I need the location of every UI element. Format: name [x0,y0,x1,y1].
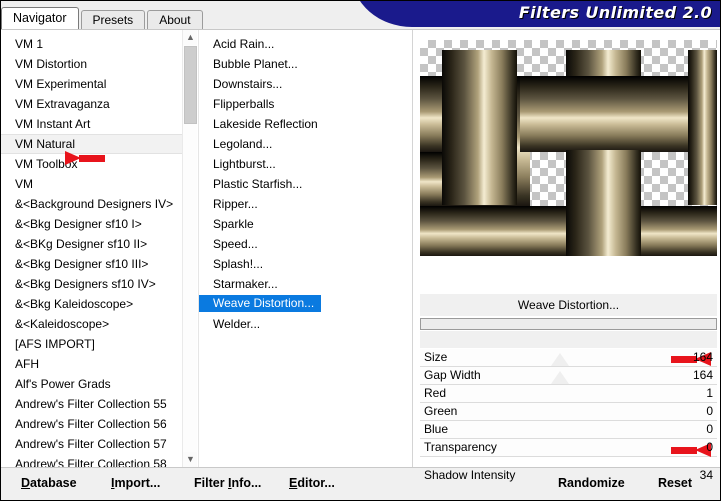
scroll-down-icon[interactable]: ▼ [183,452,197,467]
category-pane: VM 1 VM Distortion VM Experimental VM Ex… [1,30,197,467]
filter-info-button[interactable]: Filter Info... [194,476,261,490]
category-item[interactable]: &<Bkg Kaleidoscope> [1,294,183,314]
category-item[interactable]: &<BKg Designer sf10 II> [1,234,183,254]
filter-item[interactable]: Sparkle [199,214,411,234]
slider-label: Size [424,350,448,364]
panel-spacer [420,331,717,348]
tab-presets[interactable]: Presets [80,10,146,29]
category-item[interactable]: Andrew's Filter Collection 56 [1,414,183,434]
category-item[interactable]: VM Distortion [1,54,183,74]
category-item[interactable]: VM 1 [1,34,183,54]
category-item[interactable]: Alf's Power Grads [1,374,183,394]
category-item[interactable]: VM Experimental [1,74,183,94]
tab-strip: Navigator Presets About [1,7,205,29]
filter-item-selected-row[interactable]: Weave Distortion... [199,294,411,314]
category-item[interactable]: &<Bkg Designers sf10 IV> [1,274,183,294]
app-title: Filters Unlimited 2.0 [518,3,712,22]
slider-row-gap-width[interactable]: Gap Width 164 [420,367,717,385]
main-body: VM 1 VM Distortion VM Experimental VM Ex… [1,30,720,485]
category-item[interactable]: VM [1,174,183,194]
tab-navigator[interactable]: Navigator [1,7,79,29]
slider-value: 164 [692,368,713,382]
category-item[interactable]: [AFS IMPORT] [1,334,183,354]
filter-item[interactable]: Acid Rain... [199,34,411,54]
slider-row-blue[interactable]: Blue 0 [420,421,717,439]
slider-label: Shadow Intensity [424,468,516,482]
category-item[interactable]: Andrew's Filter Collection 55 [1,394,183,414]
slider-group-gap [420,457,717,467]
slider-label: Gap Width [424,368,481,382]
slider-thumb[interactable] [550,371,569,384]
filter-item[interactable]: Welder... [199,314,411,334]
scroll-up-icon[interactable]: ▲ [183,30,197,45]
slider-value: 0 [706,422,713,436]
slider-value: 164 [692,350,713,364]
bottom-toolbar: DDatabaseatabase Import... Filter Info..… [1,467,720,500]
category-item[interactable]: &<Bkg Designer sf10 III> [1,254,183,274]
filter-item[interactable]: Flipperballs [199,94,411,114]
reset-button[interactable]: Reset [658,476,692,490]
category-item[interactable]: &<Kaleidoscope> [1,314,183,334]
preview-image-container[interactable] [420,40,717,256]
slider-value: 1 [706,386,713,400]
slider-row-red[interactable]: Red 1 [420,385,717,403]
parameter-sliders: Size 164 Gap Width 164 Red 1 Green 0 Blu… [420,349,717,485]
category-scroll-thumb[interactable] [184,46,197,124]
slider-label: Red [424,386,447,400]
filter-item[interactable]: Starmaker... [199,274,411,294]
filter-item[interactable]: Speed... [199,234,411,254]
filter-list[interactable]: Acid Rain... Bubble Planet... Downstairs… [199,34,411,334]
database-button[interactable]: DDatabaseatabase [21,476,77,490]
category-item[interactable]: &<Bkg Designer sf10 I> [1,214,183,234]
slider-row-transparency[interactable]: Transparency 0 [420,439,717,457]
slider-label: Transparency [424,440,497,454]
effect-name-header: Weave Distortion... [420,294,717,316]
category-list[interactable]: VM 1 VM Distortion VM Experimental VM Ex… [1,34,183,467]
import-button[interactable]: Import... [111,476,160,490]
filter-item[interactable]: Splash!... [199,254,411,274]
filter-item[interactable]: Ripper... [199,194,411,214]
category-item[interactable]: VM Instant Art [1,114,183,134]
slider-value: 34 [699,468,713,482]
progress-bar [420,318,717,330]
filter-item[interactable]: Plastic Starfish... [199,174,411,194]
tab-about[interactable]: About [147,10,203,29]
category-scrollbar[interactable]: ▲ ▼ [182,30,197,467]
slider-value: 0 [706,404,713,418]
category-item[interactable]: AFH [1,354,183,374]
editor-button[interactable]: Editor... [289,476,335,490]
preview-panel: Weave Distortion... Size 164 Gap Width 1… [412,30,720,485]
filters-unlimited-window: Filters Unlimited 2.0 Navigator Presets … [0,0,721,501]
filter-item[interactable]: Downstairs... [199,74,411,94]
slider-thumb[interactable] [550,353,569,366]
category-item[interactable]: VM Extravaganza [1,94,183,114]
category-item[interactable]: Andrew's Filter Collection 58 [1,454,183,467]
slider-row-size[interactable]: Size 164 [420,349,717,367]
preview-image[interactable] [420,40,717,256]
category-item[interactable]: Andrew's Filter Collection 57 [1,434,183,454]
slider-label: Blue [424,422,449,436]
filter-item[interactable]: Lakeside Reflection [199,114,411,134]
filter-item[interactable]: Legoland... [199,134,411,154]
slider-value: 0 [706,440,713,454]
category-item-selected[interactable]: VM Natural [1,134,183,154]
slider-label: Green [424,404,458,418]
category-item[interactable]: &<Background Designers IV> [1,194,183,214]
category-item[interactable]: VM Toolbox [1,154,183,174]
randomize-button[interactable]: Randomize [558,476,625,490]
filter-pane: Acid Rain... Bubble Planet... Downstairs… [198,30,411,467]
filter-item[interactable]: Bubble Planet... [199,54,411,74]
filter-item-selected[interactable]: Weave Distortion... [199,295,322,312]
filter-item[interactable]: Lightburst... [199,154,411,174]
slider-row-green[interactable]: Green 0 [420,403,717,421]
